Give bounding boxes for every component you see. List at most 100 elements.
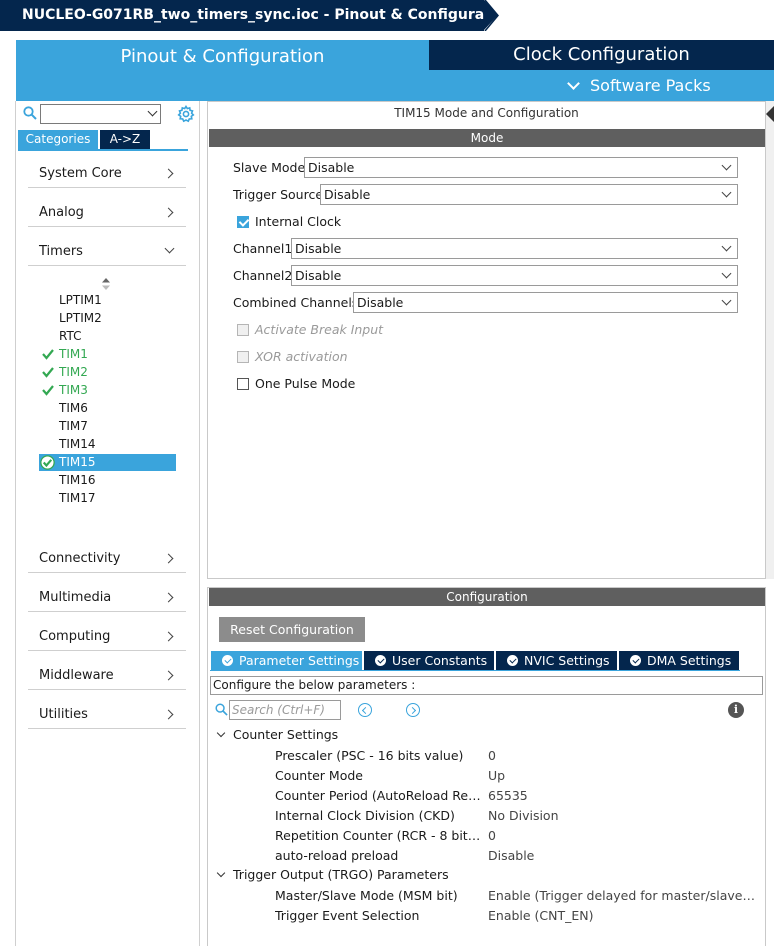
tab-nvic-settings[interactable]: NVIC Settings (496, 651, 617, 670)
category-multimedia[interactable]: Multimedia (28, 584, 186, 612)
timer-item-tim17[interactable]: TIM17 (39, 490, 176, 507)
checkbox-checked-icon[interactable] (237, 216, 249, 228)
timer-item-tim6[interactable]: TIM6 (39, 400, 176, 417)
category-label: Computing (39, 629, 111, 644)
category-system-core[interactable]: System Core (28, 160, 186, 188)
category-search-row (23, 103, 198, 125)
param-value[interactable]: 0 (488, 828, 756, 843)
collapse-left-icon[interactable] (766, 106, 774, 122)
reset-configuration-button[interactable]: Reset Configuration (219, 617, 365, 642)
chevron-right-icon (163, 709, 174, 720)
next-match-icon[interactable] (406, 703, 420, 717)
category-utilities[interactable]: Utilities (28, 701, 186, 729)
internal-clock-checkbox[interactable]: Internal Clock (237, 214, 341, 230)
chevron-down-icon (216, 868, 226, 878)
timer-label: TIM15 (59, 455, 96, 469)
search-icon (23, 106, 37, 120)
timer-item-tim1[interactable]: TIM1 (39, 346, 176, 363)
param-value[interactable]: 65535 (488, 788, 756, 803)
category-label: Multimedia (39, 590, 112, 605)
tab-label: NVIC Settings (524, 653, 610, 668)
slave-mode-select[interactable]: Disable (304, 157, 738, 178)
tab-software-packs[interactable]: Software Packs (429, 70, 774, 101)
timer-item-tim3[interactable]: TIM3 (39, 382, 176, 399)
check-icon (42, 349, 54, 360)
param-value[interactable]: Enable (Trigger delayed for master/slave… (488, 888, 756, 903)
timer-label: TIM14 (59, 437, 96, 451)
title-bar: NUCLEO-G071RB_two_timers_sync.ioc - Pino… (0, 0, 774, 31)
timer-item-lptim2[interactable]: LPTIM2 (39, 310, 176, 327)
chevron-right-icon (163, 592, 174, 603)
checkbox-label: Internal Clock (255, 214, 342, 229)
panel-splitter[interactable] (200, 579, 774, 587)
check-icon (42, 385, 54, 396)
category-analog[interactable]: Analog (28, 199, 186, 227)
timer-label: TIM7 (59, 419, 88, 433)
tab-parameter-settings[interactable]: Parameter Settings (211, 651, 362, 670)
left-margin (0, 101, 16, 946)
one-pulse-mode-checkbox[interactable]: One Pulse Mode (237, 376, 355, 392)
channel1-label: Channel1 (233, 241, 293, 256)
category-label: Analog (39, 205, 84, 220)
parameter-search-input[interactable]: Search (Ctrl+F) (229, 700, 341, 720)
select-value: Disable (324, 187, 371, 202)
timer-item-tim16[interactable]: TIM16 (39, 472, 176, 489)
select-value: Disable (357, 295, 404, 310)
param-value[interactable]: Up (488, 768, 756, 783)
timer-label: TIM16 (59, 473, 96, 487)
category-computing[interactable]: Computing (28, 623, 186, 651)
category-connectivity[interactable]: Connectivity (28, 545, 186, 573)
channel1-select[interactable]: Disable (291, 238, 738, 259)
tab-categories[interactable]: Categories (18, 130, 98, 149)
search-icon (215, 703, 228, 716)
info-icon[interactable]: i (728, 702, 744, 718)
chevron-down-icon[interactable] (147, 106, 158, 117)
category-timers[interactable]: Timers (28, 238, 186, 266)
timer-item-tim2[interactable]: TIM2 (39, 364, 176, 381)
timer-label: LPTIM2 (59, 311, 102, 325)
group-trigger-output[interactable]: Trigger Output (TRGO) Parameters (216, 866, 449, 884)
timer-label: RTC (59, 329, 82, 343)
group-counter-settings[interactable]: Counter Settings (216, 726, 338, 744)
category-label: Middleware (39, 668, 114, 683)
timer-label: LPTIM1 (59, 293, 102, 307)
combined-channels-select[interactable]: Disable (353, 292, 738, 313)
tab-label: User Constants (392, 653, 488, 668)
main-tabs: Pinout & Configuration Clock Configurati… (0, 31, 774, 101)
tab-dma-settings[interactable]: DMA Settings (619, 651, 739, 670)
param-name: Counter Mode (275, 768, 363, 783)
sort-icon[interactable] (101, 277, 111, 291)
gear-icon[interactable] (177, 105, 195, 123)
previous-match-icon[interactable] (358, 703, 372, 717)
param-value[interactable]: No Division (488, 808, 756, 823)
check-circle-icon (507, 655, 518, 666)
param-name: Prescaler (PSC - 16 bits value) (275, 748, 464, 763)
tab-clock-configuration[interactable]: Clock Configuration (429, 40, 774, 70)
checkbox-icon (237, 324, 249, 336)
channel2-select[interactable]: Disable (291, 265, 738, 286)
chevron-down-icon (567, 77, 580, 90)
timer-item-rtc[interactable]: RTC (39, 328, 176, 345)
timer-item-tim14[interactable]: TIM14 (39, 436, 176, 453)
category-search-input[interactable] (40, 104, 161, 124)
breadcrumb-separator-icon (484, 0, 499, 31)
tab-pinout-configuration[interactable]: Pinout & Configuration (16, 40, 429, 101)
timer-item-lptim1[interactable]: LPTIM1 (39, 292, 176, 309)
timer-item-tim15[interactable]: TIM15 (39, 454, 176, 471)
category-middleware[interactable]: Middleware (28, 662, 186, 690)
checkbox-label: Activate Break Input (255, 322, 384, 337)
category-label: Timers (39, 244, 83, 259)
param-value[interactable]: Disable (488, 848, 756, 863)
tab-a-to-z[interactable]: A->Z (100, 130, 150, 149)
trigger-source-select[interactable]: Disable (320, 184, 738, 205)
chevron-right-icon (163, 168, 174, 179)
checkbox-icon[interactable] (237, 378, 249, 390)
check-icon (42, 367, 54, 378)
tab-user-constants[interactable]: User Constants (364, 651, 494, 670)
param-value[interactable]: Enable (CNT_EN) (488, 908, 756, 923)
configuration-section-header: Configuration (209, 588, 765, 606)
param-value[interactable]: 0 (488, 748, 756, 763)
param-name: Internal Clock Division (CKD) (275, 808, 455, 823)
timer-item-tim7[interactable]: TIM7 (39, 418, 176, 435)
param-name: Master/Slave Mode (MSM bit) (275, 888, 458, 903)
